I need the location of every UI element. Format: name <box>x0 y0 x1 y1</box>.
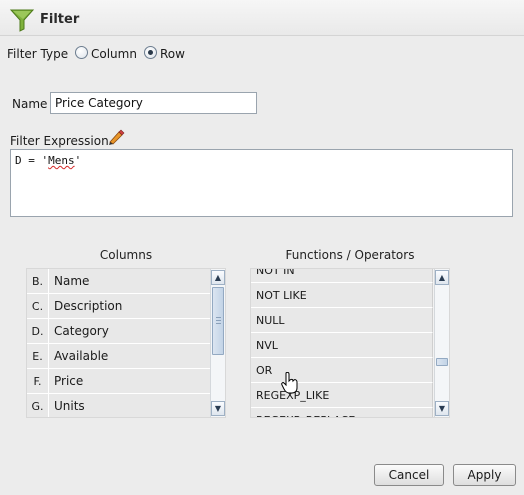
functions-title: Functions / Operators <box>285 248 415 262</box>
expression-prefix: D = ' <box>15 154 49 167</box>
column-name: Description <box>49 294 211 318</box>
scroll-up-button[interactable]: ▲ <box>211 270 225 285</box>
column-letter: D. <box>27 319 49 343</box>
cancel-button[interactable]: Cancel <box>374 464 444 486</box>
apply-button[interactable]: Apply <box>453 464 516 486</box>
column-letter: F. <box>27 369 49 393</box>
filter-expression-editor[interactable]: D = 'Mens' <box>10 149 513 217</box>
pencil-icon[interactable] <box>107 129 125 145</box>
columns-list[interactable]: B. Name C. Description D. Category E. Av… <box>26 268 226 418</box>
dialog-title: Filter <box>40 12 80 27</box>
column-item-e[interactable]: E. Available <box>27 344 211 369</box>
functions-scrollbar[interactable]: ▲ ▼ <box>434 269 449 417</box>
functions-list[interactable]: NOT IN NOT LIKE NULL NVL OR REGEXP_LIKE … <box>250 268 450 418</box>
column-name: Name <box>49 269 211 293</box>
function-item[interactable]: NVL <box>251 333 433 358</box>
column-name: Available <box>49 344 211 368</box>
column-name: Price <box>49 369 211 393</box>
function-item[interactable]: REGEXP_REPLACE <box>251 408 433 417</box>
function-item[interactable]: NOT IN <box>251 269 433 283</box>
column-letter: E. <box>27 344 49 368</box>
column-letter: G. <box>27 394 49 417</box>
column-item-b[interactable]: B. Name <box>27 269 211 294</box>
scroll-down-button[interactable]: ▼ <box>435 401 449 416</box>
column-item-d[interactable]: D. Category <box>27 319 211 344</box>
column-letter: B. <box>27 269 49 293</box>
filter-expression-label: Filter Expression <box>10 134 109 148</box>
columns-scrollbar[interactable]: ▲ ▼ <box>210 269 225 417</box>
column-item-g[interactable]: G. Units <box>27 394 211 417</box>
scroll-up-button[interactable]: ▲ <box>435 270 449 285</box>
column-letter: C. <box>27 294 49 318</box>
expression-misspelled-word: Mens <box>48 154 75 167</box>
function-item[interactable]: NOT LIKE <box>251 283 433 308</box>
columns-title: Columns <box>99 248 153 262</box>
function-item[interactable]: OR <box>251 358 433 383</box>
column-name: Units <box>49 394 211 417</box>
column-radio-label[interactable]: Column <box>91 47 137 61</box>
column-item-f[interactable]: F. Price <box>27 369 211 394</box>
column-radio[interactable] <box>75 46 88 59</box>
function-item[interactable]: NULL <box>251 308 433 333</box>
name-label: Name <box>12 97 48 111</box>
funnel-icon <box>9 9 35 32</box>
scroll-thumb[interactable] <box>212 287 224 355</box>
hand-cursor-icon <box>281 372 298 394</box>
column-item-c[interactable]: C. Description <box>27 294 211 319</box>
column-name: Category <box>49 319 211 343</box>
scroll-down-button[interactable]: ▼ <box>211 401 225 416</box>
function-item[interactable]: REGEXP_LIKE <box>251 383 433 408</box>
row-radio-label[interactable]: Row <box>160 47 185 61</box>
name-field[interactable] <box>50 92 257 114</box>
filter-type-label: Filter Type <box>7 47 69 61</box>
expression-suffix: ' <box>74 154 82 167</box>
scroll-thumb[interactable] <box>436 358 448 366</box>
row-radio[interactable] <box>144 46 157 59</box>
